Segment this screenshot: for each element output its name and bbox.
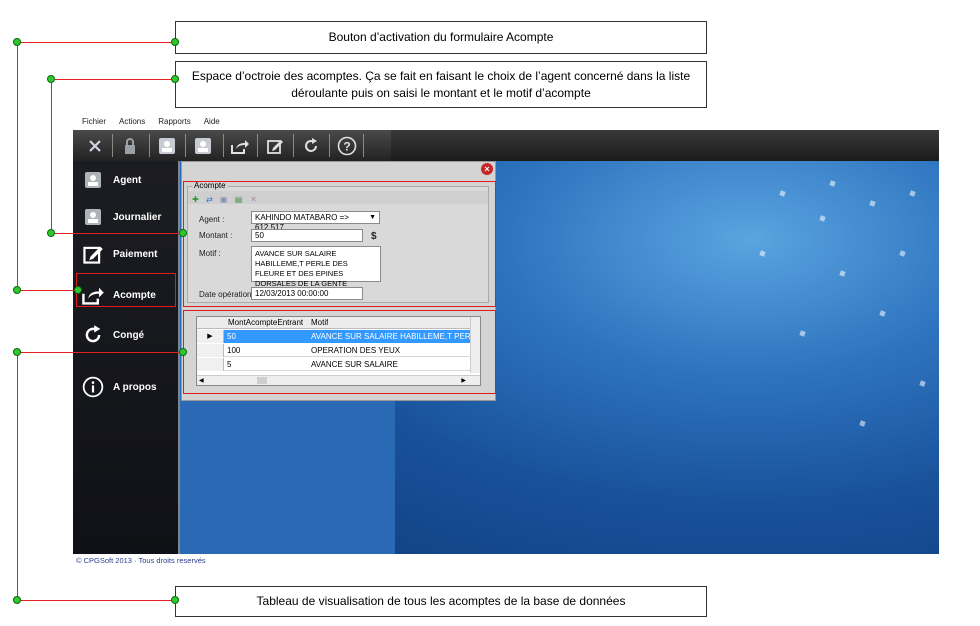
- sidebar-item-conge[interactable]: Congé: [81, 320, 177, 350]
- footer-copyright: © CPGSoft 2013 · Tous droits reservés: [76, 556, 206, 565]
- sidebar-item-label: Congé: [113, 329, 145, 341]
- edit-icon[interactable]: [262, 133, 288, 159]
- sidebar: Agent Journalier Paiement Acompte Congé: [73, 161, 180, 554]
- menu-fichier[interactable]: Fichier: [82, 117, 106, 129]
- menu-bar: Fichier Actions Rapports Aide: [82, 117, 220, 129]
- svg-text:?: ?: [343, 140, 350, 154]
- help-icon[interactable]: ?: [334, 133, 360, 159]
- sidebar-item-label: Agent: [113, 174, 142, 186]
- sidebar-item-label: Journalier: [113, 211, 162, 223]
- menu-rapports[interactable]: Rapports: [158, 117, 190, 129]
- sidebar-item-apropos[interactable]: A propos: [81, 372, 177, 402]
- lock-icon[interactable]: [117, 133, 143, 159]
- highlight-acompte-button: [76, 273, 176, 307]
- menu-actions[interactable]: Actions: [119, 117, 145, 129]
- info-icon: [81, 375, 105, 399]
- callout-acompte-text: Bouton d’activation du formulaire Acompt…: [328, 30, 554, 44]
- callout-table: Tableau de visualisation de tous les aco…: [175, 586, 707, 617]
- highlight-form: [183, 181, 496, 307]
- sidebar-item-paiement[interactable]: Paiement: [81, 239, 177, 269]
- sidebar-item-label: A propos: [113, 381, 157, 393]
- share-icon[interactable]: [227, 133, 253, 159]
- callout-space-line2: déroulante puis on saisi le montant et l…: [291, 85, 591, 100]
- sidebar-item-agent[interactable]: Agent: [81, 165, 177, 195]
- agent-icon[interactable]: [154, 133, 180, 159]
- callout-table-text: Tableau de visualisation de tous les aco…: [256, 594, 626, 608]
- highlight-table: [183, 310, 496, 394]
- sidebar-item-label: Paiement: [113, 248, 158, 260]
- close-icon[interactable]: ×: [481, 163, 493, 175]
- refresh-icon: [81, 323, 105, 347]
- journal-icon: [81, 205, 105, 229]
- menu-aide[interactable]: Aide: [204, 117, 220, 129]
- agent-icon: [81, 168, 105, 192]
- journal-icon[interactable]: [190, 133, 216, 159]
- refresh-icon[interactable]: [298, 133, 324, 159]
- callout-space-line1: Espace d’octroie des acomptes. Ça se fai…: [191, 68, 691, 83]
- edit-icon: [81, 242, 105, 266]
- callout-acompte-space: Espace d’octroie des acomptes. Ça se fai…: [175, 61, 707, 108]
- close-icon[interactable]: [82, 133, 108, 159]
- sidebar-item-journalier[interactable]: Journalier: [81, 202, 177, 232]
- toolbar: ?: [73, 130, 939, 161]
- callout-acompte-button: Bouton d’activation du formulaire Acompt…: [175, 21, 707, 54]
